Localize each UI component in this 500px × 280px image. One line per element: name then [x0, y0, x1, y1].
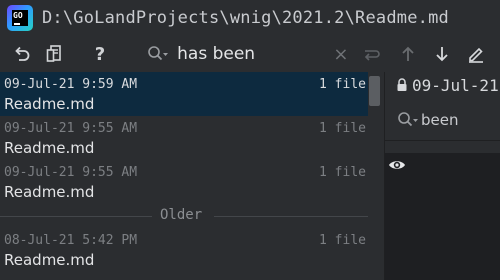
file-count: 1 file: [319, 77, 366, 92]
search-field: ×: [132, 36, 382, 72]
preview-header: 09-Jul-21: [385, 72, 500, 98]
show-diff-icon: [46, 45, 61, 62]
diff-preview-pane: 09-Jul-21 been: [385, 72, 500, 280]
search-input[interactable]: [177, 44, 318, 64]
edit-icon: [469, 47, 483, 63]
revert-button[interactable]: [11, 43, 33, 65]
goland-app-icon: GO: [7, 5, 33, 31]
history-toolbar: ?: [0, 36, 130, 72]
revision-date: 09-Jul-21 9:55 AM: [4, 165, 138, 180]
file-name: Readme.md: [4, 139, 95, 157]
preview-revision-date: 09-Jul-21: [412, 75, 499, 95]
history-row[interactable]: 09-Jul-21 9:55 AM 1 file Readme.md: [0, 160, 368, 204]
file-name: Readme.md: [4, 95, 95, 113]
search-icon: [398, 112, 418, 127]
history-row[interactable]: 09-Jul-21 9:55 AM 1 file Readme.md: [0, 116, 368, 160]
app-icon-underscore: [14, 23, 20, 25]
search-icon: [147, 46, 168, 61]
local-history-window: GO D:\GoLandProjects\wnig\2021.2\Readme.…: [0, 0, 500, 280]
separator-line: [0, 216, 152, 217]
window-title: D:\GoLandProjects\wnig\2021.2\Readme.md: [42, 8, 449, 28]
title-bar: GO D:\GoLandProjects\wnig\2021.2\Readme.…: [0, 0, 500, 36]
file-count: 1 file: [319, 121, 366, 136]
next-difference-button[interactable]: [432, 44, 452, 64]
eye-icon: [389, 161, 405, 169]
revision-date: 08-Jul-21 5:42 PM: [4, 233, 138, 248]
arrow-up-icon: [402, 46, 414, 61]
separator-label: Older: [160, 207, 203, 223]
search-options-button[interactable]: [144, 45, 171, 63]
lock-icon: [396, 78, 408, 92]
history-scrollbar[interactable]: [369, 76, 380, 106]
file-count: 1 file: [319, 233, 366, 248]
revision-date: 09-Jul-21 9:59 AM: [4, 77, 138, 92]
return-arrow-icon: [365, 50, 381, 61]
clear-search-button[interactable]: ×: [333, 44, 349, 65]
arrow-down-icon: [436, 47, 448, 62]
revert-icon: [15, 46, 30, 61]
file-count: 1 file: [319, 165, 366, 180]
separator-line: [214, 216, 368, 217]
edit-source-button[interactable]: [466, 44, 486, 64]
file-name: Readme.md: [4, 183, 95, 201]
show-diff-button[interactable]: [43, 43, 65, 65]
help-icon: ?: [94, 43, 106, 65]
help-button[interactable]: ?: [89, 43, 111, 65]
file-name: Readme.md: [4, 251, 95, 269]
history-list: 09-Jul-21 9:59 AM 1 file Readme.md 09-Ju…: [0, 72, 368, 280]
history-row[interactable]: 08-Jul-21 5:42 PM 1 file Readme.md: [0, 228, 368, 272]
preview-search-text: been: [421, 111, 459, 129]
preview-editor[interactable]: [385, 153, 500, 280]
diff-toolbar: [388, 36, 500, 72]
preview-search-field[interactable]: been: [385, 100, 500, 141]
history-row[interactable]: 09-Jul-21 9:59 AM 1 file Readme.md: [0, 72, 368, 116]
previous-difference-button[interactable]: [398, 44, 418, 64]
older-separator: Older: [0, 204, 368, 228]
preview-search-options-button[interactable]: [397, 111, 421, 129]
search-history-button[interactable]: [363, 46, 382, 62]
revision-date: 09-Jul-21 9:55 AM: [4, 121, 138, 136]
